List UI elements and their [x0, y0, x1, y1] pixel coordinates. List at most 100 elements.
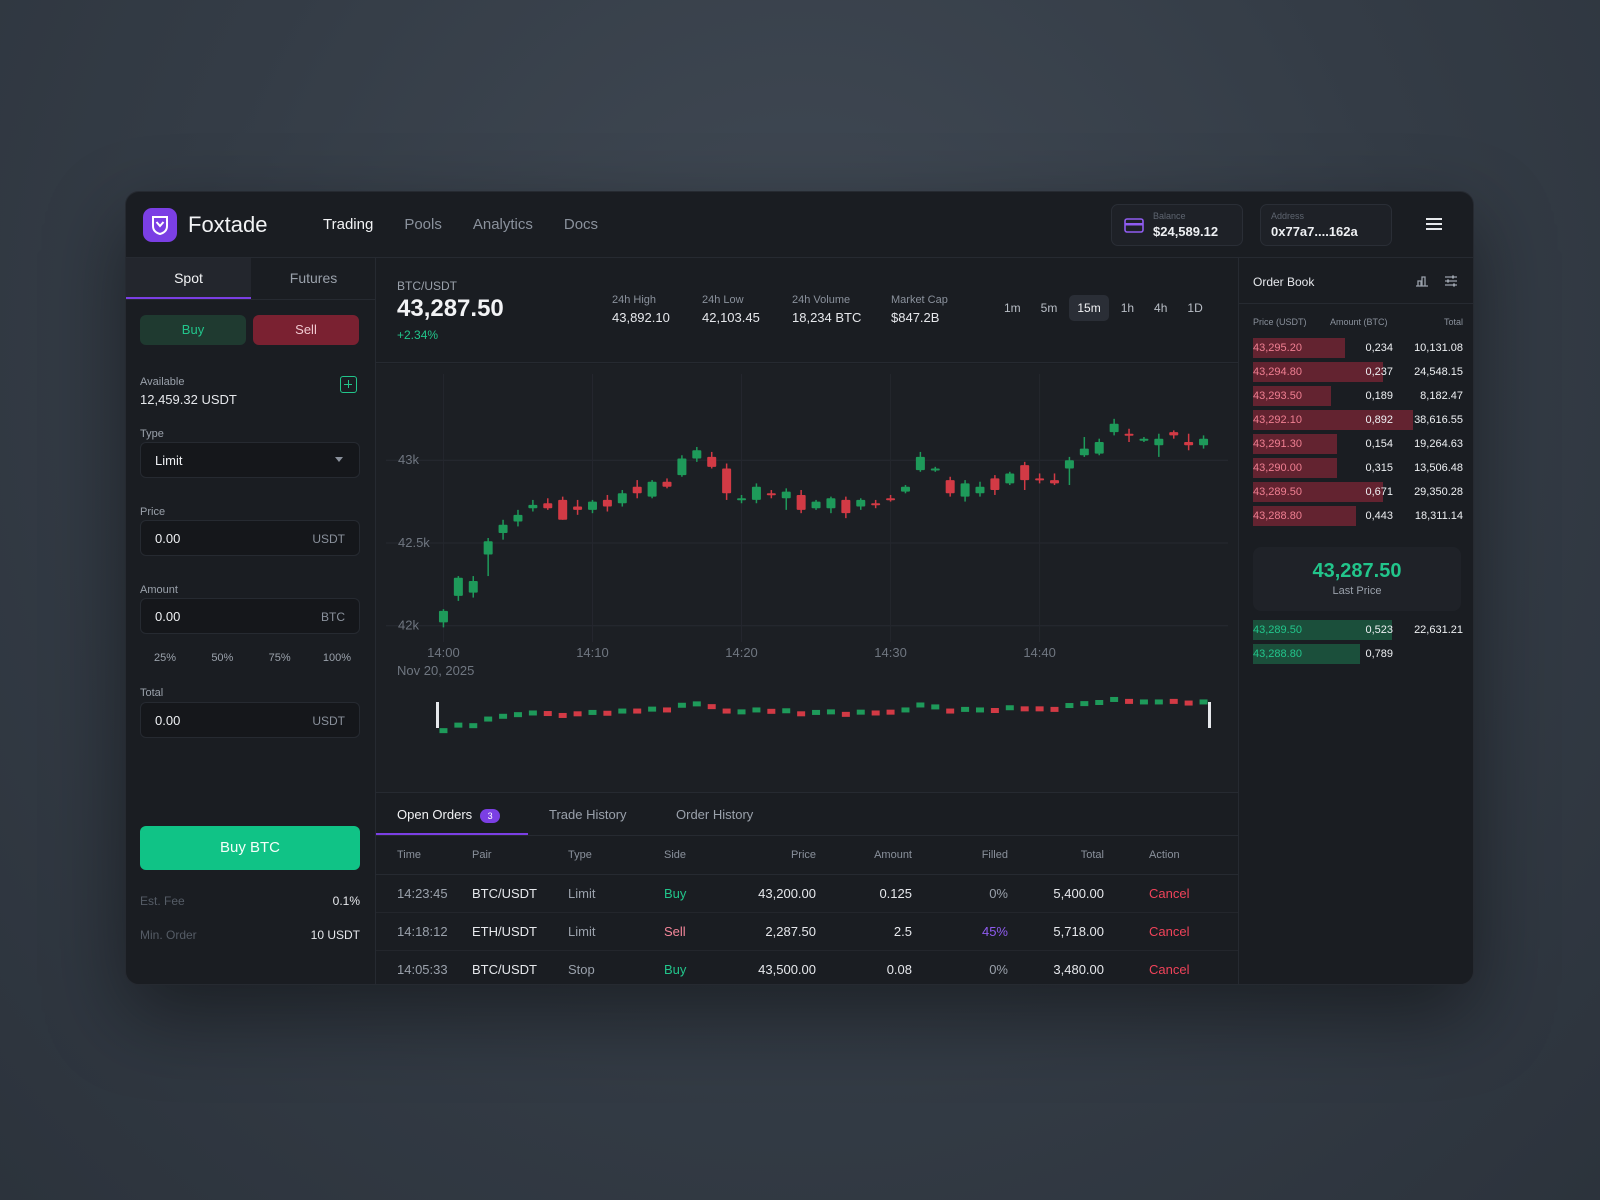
navigator-candle: [886, 709, 895, 715]
cancel-order-button[interactable]: Cancel: [1104, 874, 1238, 913]
total-input[interactable]: 0.00 USDT: [140, 702, 360, 738]
address-pill[interactable]: Address 0x77a7....162a: [1260, 204, 1392, 246]
candle-body: [453, 577, 463, 596]
ask-row[interactable]: 43,289.50 0,671 29,350.28: [1253, 482, 1463, 502]
cell-amount: 2.5: [816, 912, 912, 951]
cell-type: Limit: [568, 874, 664, 913]
logo-icon[interactable]: [143, 208, 177, 242]
nav-pools[interactable]: Pools: [404, 216, 442, 233]
ask-row[interactable]: 43,294.80 0,237 24,548.15: [1253, 362, 1463, 382]
timeframe-1d[interactable]: 1D: [1179, 295, 1210, 321]
cell-pair: BTC/USDT: [472, 950, 568, 984]
ask-row[interactable]: 43,288.80 0,443 18,311.14: [1253, 506, 1463, 526]
buy-btc-button[interactable]: Buy BTC: [140, 826, 360, 870]
candle-body: [826, 498, 836, 509]
percent-75-button[interactable]: 75%: [255, 652, 305, 664]
orders-tabs: Open Orders 3 Trade History Order History: [376, 792, 1238, 836]
nav-analytics[interactable]: Analytics: [473, 216, 533, 233]
bid-row[interactable]: 43,288.80 0,789: [1253, 644, 1463, 664]
ask-row[interactable]: 43,292.10 0,892 38,616.55: [1253, 410, 1463, 430]
navigator-candle: [975, 707, 984, 713]
candle-body: [915, 456, 925, 471]
tab-open-orders[interactable]: Open Orders 3: [397, 807, 501, 823]
navigator-candle: [1199, 699, 1208, 705]
sell-toggle-button[interactable]: Sell: [253, 315, 359, 345]
balance-value: $24,589.12: [1153, 224, 1219, 239]
amount-input-value: 0.00: [155, 609, 181, 624]
market-type-tabs: Spot Futures: [126, 258, 376, 300]
navigator-candle: [707, 704, 716, 710]
bid-row[interactable]: 43,289.50 0,523 22,631.21: [1253, 620, 1463, 640]
navigator-candle: [1065, 703, 1074, 709]
ob-total: 8,182.47: [1420, 390, 1463, 402]
percent-50-button[interactable]: 50%: [197, 652, 247, 664]
col-side: Side: [664, 836, 734, 875]
depth-chart-icon[interactable]: [1415, 275, 1429, 287]
col-pair: Pair: [472, 836, 568, 875]
nav-trading[interactable]: Trading: [323, 216, 373, 233]
hamburger-menu-icon[interactable]: [1426, 218, 1442, 230]
tab-futures[interactable]: Futures: [251, 258, 376, 299]
timeframe-1m[interactable]: 1m: [996, 295, 1029, 321]
deposit-plus-icon[interactable]: [340, 376, 357, 393]
buy-toggle-button[interactable]: Buy: [140, 315, 246, 345]
price-input[interactable]: 0.00 USDT: [140, 520, 360, 556]
tab-spot[interactable]: Spot: [126, 258, 251, 299]
price-change: +2.34%: [397, 328, 439, 342]
stat-label: Market Cap: [891, 294, 948, 306]
navigator-candle: [1169, 698, 1178, 704]
candle-body: [945, 480, 955, 494]
navigator-right-handle[interactable]: [1208, 702, 1211, 728]
candle-body: [1064, 460, 1074, 469]
candle-body: [468, 581, 478, 593]
timeframe-5m[interactable]: 5m: [1033, 295, 1066, 321]
percent-shortcuts: 25% 50% 75% 100%: [140, 652, 362, 664]
candle-body: [587, 501, 597, 510]
price-chart[interactable]: 43k 42.5k 42k 14:00 14:10 14:20 14:30 14:40 Nov …: [376, 364, 1238, 792]
nav-docs[interactable]: Docs: [564, 216, 598, 233]
candle-body: [796, 494, 806, 510]
navigator-candle: [1080, 701, 1089, 707]
ask-row[interactable]: 43,291.30 0,154 19,264.63: [1253, 434, 1463, 454]
timeframe-4h[interactable]: 4h: [1146, 295, 1175, 321]
navigator-candle: [588, 709, 597, 715]
amount-input[interactable]: 0.00 BTC: [140, 598, 360, 634]
tab-trade-history[interactable]: Trade History: [549, 807, 627, 822]
stat-24h-volume: 24h Volume 18,234 BTC: [792, 294, 861, 325]
navigator-candle: [618, 708, 627, 714]
candle-body: [1020, 465, 1030, 481]
timeframe-1h[interactable]: 1h: [1113, 295, 1142, 321]
navigator-candle: [1050, 706, 1059, 712]
order-type-select[interactable]: Limit: [140, 442, 360, 478]
balance-pill[interactable]: Balance $24,589.12: [1111, 204, 1243, 246]
cancel-order-button[interactable]: Cancel: [1104, 950, 1238, 984]
chevron-down-icon: [335, 457, 343, 462]
candlestick-chart[interactable]: 43k 42.5k 42k 14:00 14:10 14:20 14:30 14:40 Nov …: [376, 364, 1238, 792]
ask-row[interactable]: 43,295.20 0,234 10,131.08: [1253, 338, 1463, 358]
navigator-candle: [797, 711, 806, 717]
cell-filled: 45%: [912, 912, 1008, 951]
candle-body: [543, 503, 553, 509]
percent-25-button[interactable]: 25%: [140, 652, 190, 664]
percent-100-button[interactable]: 100%: [312, 652, 362, 664]
navigator-candle: [931, 704, 940, 710]
ask-row[interactable]: 43,293.50 0,189 8,182.47: [1253, 386, 1463, 406]
ob-amount: 0,671: [1365, 486, 1393, 498]
navigator-candle: [603, 710, 612, 716]
candle-body: [1094, 442, 1104, 454]
tab-order-history[interactable]: Order History: [676, 807, 753, 822]
order-book-panel: Order Book Price (USDT) Amount (BTC) Tot…: [1238, 258, 1473, 984]
cell-time: 14:05:33: [376, 950, 472, 984]
timeframe-15m[interactable]: 15m: [1069, 295, 1109, 321]
ob-total: 29,350.28: [1414, 486, 1463, 498]
timeframe-selector: 1m 5m 15m 1h 4h 1D: [996, 295, 1211, 321]
navigator-candle: [663, 707, 672, 713]
ask-row[interactable]: 43,290.00 0,315 13,506.48: [1253, 458, 1463, 478]
cancel-order-button[interactable]: Cancel: [1104, 912, 1238, 951]
navigator-candle: [916, 702, 925, 708]
last-price-label: Last Price: [1332, 585, 1382, 597]
navigator-left-handle[interactable]: [436, 702, 439, 728]
y-tick-label: 42.5k: [398, 535, 430, 550]
cell-type: Limit: [568, 912, 664, 951]
settings-sliders-icon[interactable]: [1444, 275, 1458, 287]
